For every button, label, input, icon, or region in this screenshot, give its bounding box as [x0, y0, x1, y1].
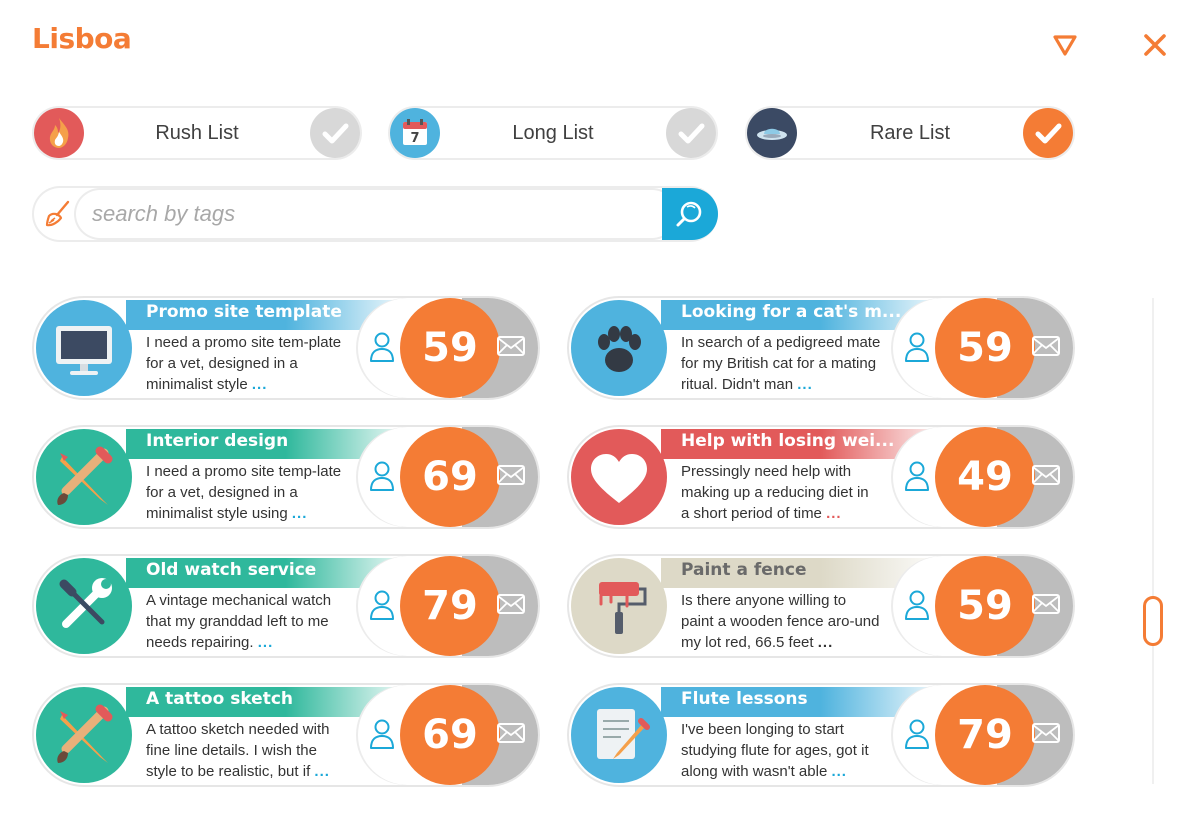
- user-icon[interactable]: [368, 588, 396, 622]
- card-score: 59: [400, 298, 500, 398]
- card-title: Looking for a cat's m...: [681, 302, 902, 322]
- card-description: In search of a pedigreed mate for my Bri…: [681, 332, 881, 395]
- heart-icon: [571, 429, 667, 525]
- mail-icon[interactable]: [1031, 721, 1061, 745]
- task-card[interactable]: Flute lessons I've been longing to start…: [567, 683, 1075, 787]
- rush-list-check-icon[interactable]: [310, 108, 360, 158]
- user-icon[interactable]: [903, 459, 931, 493]
- wrench-screwdriver-icon: [36, 558, 132, 654]
- mail-icon[interactable]: [1031, 463, 1061, 487]
- rush-list-label: Rush List: [155, 122, 239, 144]
- task-card[interactable]: Interior design I need a promo site temp…: [32, 425, 540, 529]
- scroll-thumb[interactable]: [1143, 596, 1163, 646]
- card-description: A vintage mechanical watch that my grand…: [146, 590, 346, 653]
- card-score: 79: [935, 685, 1035, 785]
- tag-search-bar: [32, 186, 718, 242]
- user-icon[interactable]: [368, 330, 396, 364]
- calendar-day: 7: [410, 131, 419, 146]
- triangle-down-icon[interactable]: [1048, 28, 1082, 62]
- card-description-text: A vintage mechanical watch that my grand…: [146, 592, 332, 651]
- ufo-icon: [747, 108, 797, 158]
- task-card[interactable]: Looking for a cat's m... In search of a …: [567, 296, 1075, 400]
- long-list-toggle[interactable]: 7 Long List: [388, 106, 718, 160]
- card-score: 59: [935, 298, 1035, 398]
- card-score: 69: [400, 427, 500, 527]
- calendar-icon: 7: [390, 108, 440, 158]
- card-description-text: In search of a pedigreed mate for my Bri…: [681, 334, 881, 393]
- card-title: Interior design: [146, 431, 289, 451]
- read-more-link[interactable]: ...: [292, 505, 308, 522]
- card-title: Flute lessons: [681, 689, 808, 709]
- notepad-pencil-icon: [571, 687, 667, 783]
- paw-icon: [571, 300, 667, 396]
- card-description-text: Is there anyone willing to paint a woode…: [681, 592, 880, 651]
- card-description: I've been longing to start studying flut…: [681, 719, 881, 782]
- paint-roller-icon: [571, 558, 667, 654]
- task-card[interactable]: Help with losing wei... Pressingly need …: [567, 425, 1075, 529]
- read-more-link[interactable]: ...: [252, 376, 268, 393]
- pencil-brush-icon: [36, 687, 132, 783]
- card-description: I need a promo site tem-plate for a vet,…: [146, 332, 346, 395]
- card-description-text: I need a promo site temp-late for a vet,…: [146, 463, 342, 522]
- card-title: A tattoo sketch: [146, 689, 294, 709]
- read-more-link[interactable]: ...: [826, 505, 842, 522]
- user-icon[interactable]: [368, 459, 396, 493]
- task-card[interactable]: A tattoo sketch A tattoo sketch needed w…: [32, 683, 540, 787]
- close-icon[interactable]: [1138, 28, 1172, 62]
- user-icon[interactable]: [903, 717, 931, 751]
- rush-list-toggle[interactable]: Rush List: [32, 106, 362, 160]
- card-description-text: I need a promo site tem-plate for a vet,…: [146, 334, 342, 393]
- rare-list-check-icon[interactable]: [1023, 108, 1073, 158]
- task-card[interactable]: Paint a fence Is there anyone willing to…: [567, 554, 1075, 658]
- mail-icon[interactable]: [496, 463, 526, 487]
- flame-icon: [34, 108, 84, 158]
- card-description: Pressingly need help with making up a re…: [681, 461, 881, 524]
- read-more-link[interactable]: ...: [258, 634, 274, 651]
- card-title: Paint a fence: [681, 560, 807, 580]
- card-title: Help with losing wei...: [681, 431, 895, 451]
- user-icon[interactable]: [903, 588, 931, 622]
- card-description: Is there anyone willing to paint a woode…: [681, 590, 881, 653]
- search-input[interactable]: [92, 196, 652, 232]
- card-score: 79: [400, 556, 500, 656]
- card-title: Promo site template: [146, 302, 342, 322]
- search-icon[interactable]: [662, 188, 718, 240]
- monitor-icon: [36, 300, 132, 396]
- card-description-text: A tattoo sketch needed with fine line de…: [146, 721, 330, 780]
- read-more-link[interactable]: ...: [818, 634, 834, 651]
- card-score: 49: [935, 427, 1035, 527]
- long-list-check-icon[interactable]: [666, 108, 716, 158]
- card-title: Old watch service: [146, 560, 317, 580]
- mail-icon[interactable]: [496, 592, 526, 616]
- rare-list-toggle[interactable]: Rare List: [745, 106, 1075, 160]
- user-icon[interactable]: [903, 330, 931, 364]
- card-description: A tattoo sketch needed with fine line de…: [146, 719, 346, 782]
- pencil-brush-icon: [36, 429, 132, 525]
- mail-icon[interactable]: [496, 334, 526, 358]
- long-list-label: Long List: [512, 122, 594, 144]
- app-title: Lisboa: [32, 22, 132, 55]
- rare-list-label: Rare List: [869, 122, 951, 144]
- task-card[interactable]: Promo site template I need a promo site …: [32, 296, 540, 400]
- card-description: I need a promo site temp-late for a vet,…: [146, 461, 346, 524]
- read-more-link[interactable]: ...: [831, 763, 847, 780]
- user-icon[interactable]: [368, 717, 396, 751]
- mail-icon[interactable]: [1031, 592, 1061, 616]
- card-score: 69: [400, 685, 500, 785]
- scroll-track[interactable]: [1152, 298, 1154, 784]
- read-more-link[interactable]: ...: [314, 763, 330, 780]
- task-card[interactable]: Old watch service A vintage mechanical w…: [32, 554, 540, 658]
- read-more-link[interactable]: ...: [797, 376, 813, 393]
- mail-icon[interactable]: [1031, 334, 1061, 358]
- mail-icon[interactable]: [496, 721, 526, 745]
- card-score: 59: [935, 556, 1035, 656]
